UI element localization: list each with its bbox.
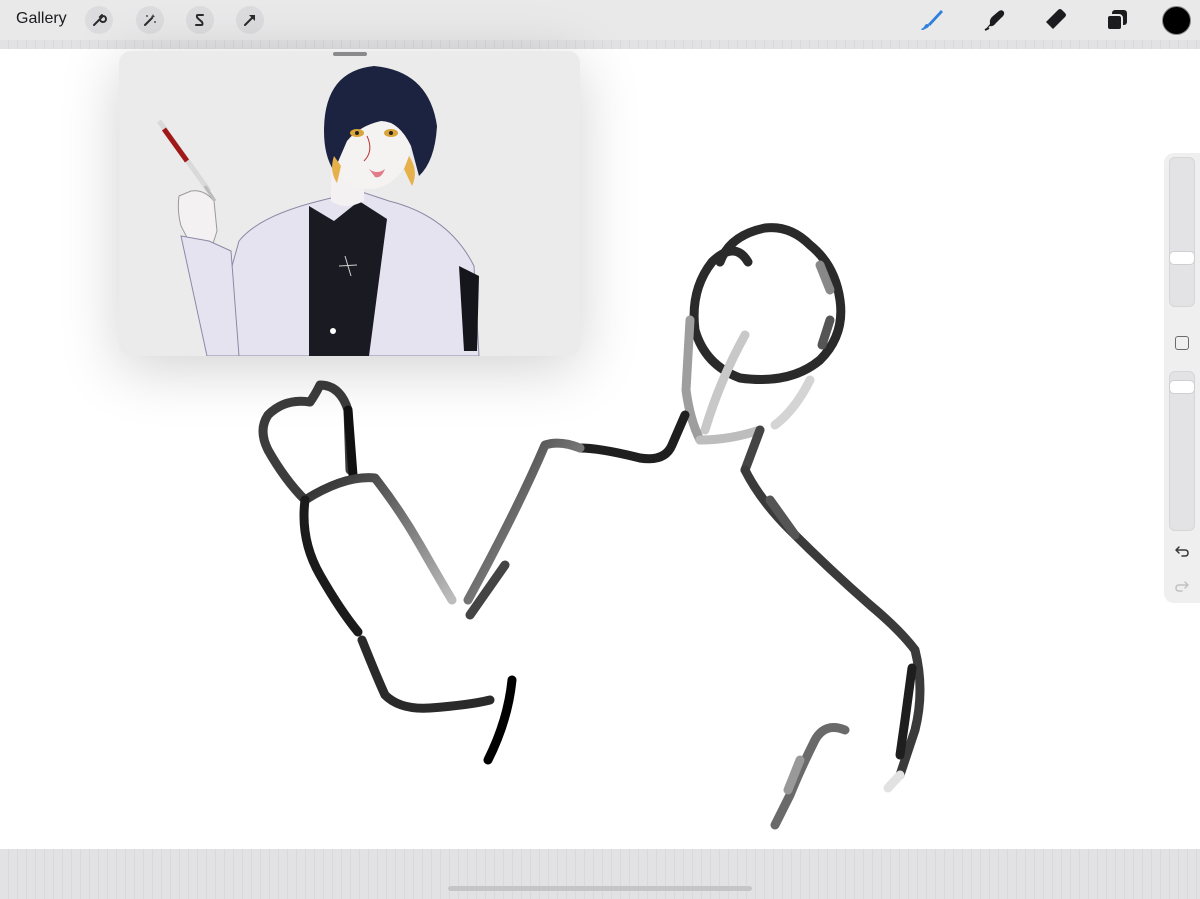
- opacity-thumb[interactable]: [1169, 380, 1195, 394]
- selection-s-icon[interactable]: [186, 6, 214, 34]
- magic-wand-icon[interactable]: [136, 6, 164, 34]
- home-indicator[interactable]: [448, 886, 752, 891]
- top-toolbar: Gallery: [0, 0, 1200, 41]
- opacity-slider[interactable]: [1169, 371, 1195, 531]
- wrench-icon[interactable]: [85, 6, 113, 34]
- bottom-grid-strip: [0, 849, 1200, 899]
- brush-icon[interactable]: [919, 7, 945, 33]
- color-picker-button[interactable]: [1162, 6, 1191, 35]
- eraser-icon[interactable]: [1043, 7, 1069, 33]
- gallery-button[interactable]: Gallery: [16, 10, 67, 28]
- layers-icon[interactable]: [1104, 7, 1130, 33]
- brush-size-slider[interactable]: [1169, 157, 1195, 307]
- smudge-icon[interactable]: [981, 7, 1007, 33]
- reference-illustration: [119, 51, 580, 356]
- reference-window[interactable]: [119, 51, 580, 356]
- undo-icon[interactable]: [1173, 542, 1191, 560]
- sketch-stroke: [689, 223, 846, 385]
- redo-icon[interactable]: [1173, 577, 1191, 595]
- modify-button[interactable]: [1175, 336, 1189, 350]
- side-bar: [1164, 153, 1200, 603]
- brush-size-thumb[interactable]: [1169, 251, 1195, 265]
- transform-arrow-icon[interactable]: [236, 6, 264, 34]
- reference-window-grabber[interactable]: [333, 52, 367, 56]
- toolbar-grid-strip: [0, 40, 1200, 49]
